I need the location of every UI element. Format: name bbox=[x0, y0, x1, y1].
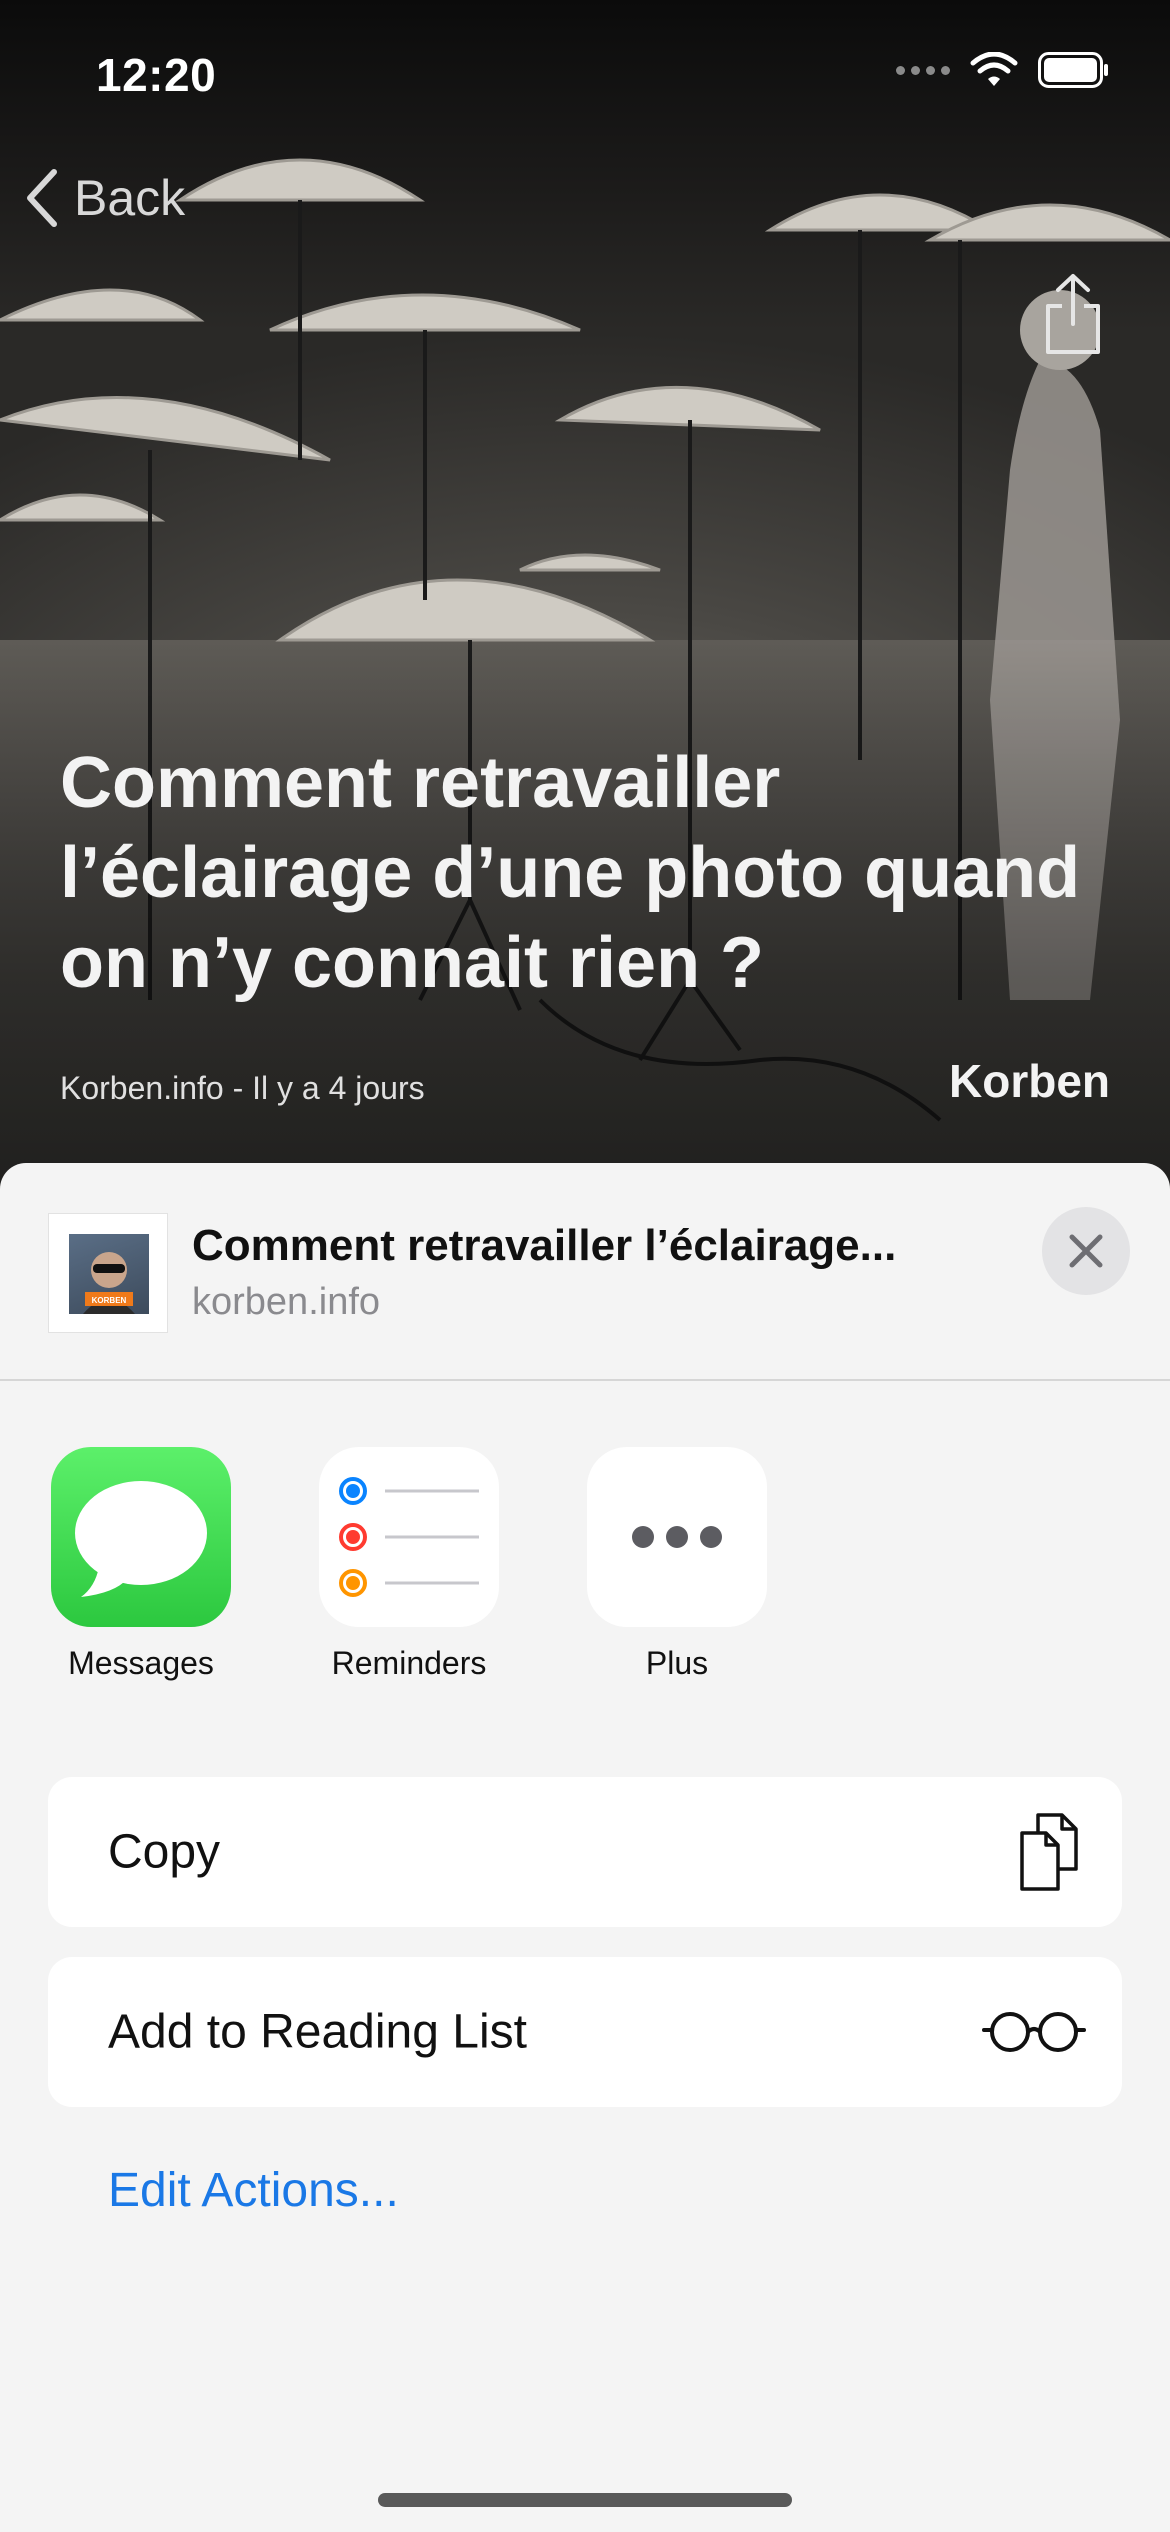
status-time: 12:20 bbox=[96, 49, 217, 101]
add-to-reading-list-action[interactable]: Add to Reading List bbox=[48, 1957, 1122, 2107]
article-meta: Korben.info - Il y a 4 jours bbox=[60, 1070, 425, 1106]
wifi-icon bbox=[970, 52, 1018, 86]
close-icon bbox=[1069, 1234, 1103, 1268]
signal-icon bbox=[896, 65, 950, 75]
battery-icon bbox=[1038, 52, 1108, 88]
chevron-left-icon bbox=[27, 169, 57, 227]
share-app-messages[interactable]: Messages bbox=[21, 1447, 261, 1682]
share-link-title: Comment retravailler l’éclairage... bbox=[192, 1221, 897, 1270]
share-apps-row: Messages Reminders Plus bbox=[0, 1447, 1170, 1681]
status-icons bbox=[896, 52, 1110, 88]
edit-actions-link[interactable]: Edit Actions... bbox=[108, 2163, 399, 2218]
share-link-domain: korben.info bbox=[192, 1281, 381, 1323]
messages-icon bbox=[51, 1447, 231, 1627]
back-label: Back bbox=[74, 170, 186, 226]
thumbnail-caption: KORBEN bbox=[92, 1296, 127, 1305]
close-button[interactable] bbox=[1042, 1207, 1130, 1295]
share-app-label: Messages bbox=[68, 1645, 214, 1681]
share-app-reminders[interactable]: Reminders bbox=[289, 1447, 529, 1682]
share-app-more[interactable]: Plus bbox=[557, 1447, 797, 1682]
reminders-icon bbox=[319, 1447, 499, 1627]
share-sheet: KORBEN Comment retravailler l’éclairage.… bbox=[0, 1163, 1170, 2532]
back-button[interactable]: Back bbox=[22, 168, 185, 228]
share-icon[interactable] bbox=[1040, 272, 1106, 356]
link-thumbnail: KORBEN bbox=[48, 1213, 168, 1333]
copy-icon bbox=[1020, 1813, 1078, 1891]
more-icon bbox=[587, 1447, 767, 1627]
share-sheet-header: KORBEN Comment retravailler l’éclairage.… bbox=[0, 1163, 1170, 1381]
copy-action-label: Copy bbox=[108, 1825, 221, 1879]
share-app-label: Reminders bbox=[331, 1645, 487, 1681]
reading-list-action-label: Add to Reading List bbox=[108, 2005, 527, 2059]
home-indicator bbox=[378, 2493, 792, 2507]
article-title: Comment retravailler l’éclairage d’une p… bbox=[60, 743, 1081, 1003]
korben-avatar-icon: KORBEN bbox=[83, 1252, 135, 1314]
reading-list-glasses-icon bbox=[982, 2012, 1086, 2052]
article-author: Korben bbox=[949, 1055, 1110, 1107]
share-app-label: Plus bbox=[645, 1645, 709, 1681]
copy-action[interactable]: Copy bbox=[48, 1777, 1122, 1927]
